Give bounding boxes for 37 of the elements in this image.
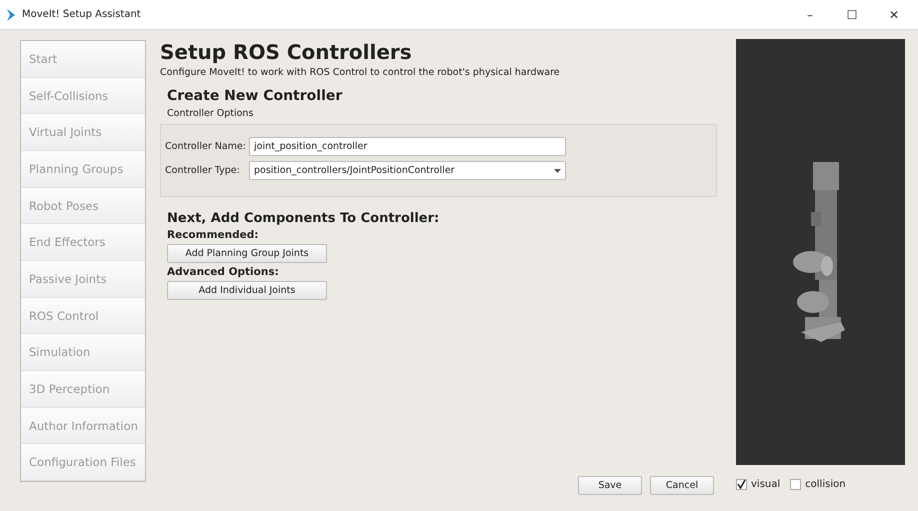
add-joints-button[interactable]: Add Individual Joints bbox=[167, 281, 327, 300]
sidebar-item[interactable]: Author Information bbox=[21, 408, 145, 444]
type-dropdown[interactable]: position_controllers/JointPositionController bbox=[249, 161, 566, 180]
components-title: Next, Add Components To Controller: bbox=[167, 211, 440, 226]
sidebar-item[interactable]: ROS Control bbox=[21, 298, 145, 334]
app-logo-icon bbox=[6, 8, 16, 20]
sidebar-item[interactable]: Virtual Joints bbox=[21, 114, 145, 152]
option-label: Advanced Options: bbox=[167, 266, 280, 278]
sidebar-item[interactable]: Start bbox=[21, 41, 145, 78]
page-description: Configure MoveIt! to work with ROS Control to control the robot's physical hardware bbox=[160, 67, 561, 78]
sidebar-item[interactable]: Robot Poses bbox=[21, 188, 145, 224]
name-field[interactable]: joint_position_controller bbox=[249, 137, 566, 156]
sidebar-item[interactable]: 3D Perception bbox=[21, 371, 145, 408]
field-label: Controller Type: bbox=[165, 165, 241, 176]
sidebar-item[interactable]: Simulation bbox=[21, 334, 145, 372]
add-joints-button[interactable]: Add Planning Group Joints bbox=[167, 244, 327, 263]
window-title: MoveIt! Setup Assistant bbox=[22, 9, 142, 20]
sidebar-item[interactable]: Passive Joints bbox=[21, 261, 145, 298]
sidebar-item[interactable]: Planning Groups bbox=[21, 151, 145, 188]
checkbox[interactable] bbox=[790, 479, 802, 490]
save-button[interactable]: Save bbox=[578, 476, 642, 495]
sidebar-item[interactable]: Self-Collisions bbox=[21, 78, 145, 114]
group-title: Controller Options bbox=[167, 108, 254, 119]
cancel-button[interactable]: Cancel bbox=[650, 476, 714, 495]
sidebar-item[interactable]: End Effectors bbox=[21, 224, 145, 262]
field-label: Controller Name: bbox=[165, 141, 247, 152]
sidebar-item[interactable]: Configuration Files bbox=[21, 444, 145, 482]
option-label: Recommended: bbox=[167, 229, 260, 241]
maximize-button[interactable]: ☐ bbox=[834, 8, 870, 22]
minimize-button[interactable]: – bbox=[792, 8, 828, 22]
caret-icon bbox=[554, 168, 561, 172]
checkbox[interactable] bbox=[736, 479, 747, 490]
page-title: Setup ROS Controllers bbox=[160, 40, 413, 64]
close-button[interactable]: ✕ bbox=[876, 8, 912, 22]
checkbox-label: collision bbox=[805, 479, 846, 490]
section-title: Create New Controller bbox=[167, 88, 344, 104]
checkbox-label: visual bbox=[751, 479, 780, 490]
